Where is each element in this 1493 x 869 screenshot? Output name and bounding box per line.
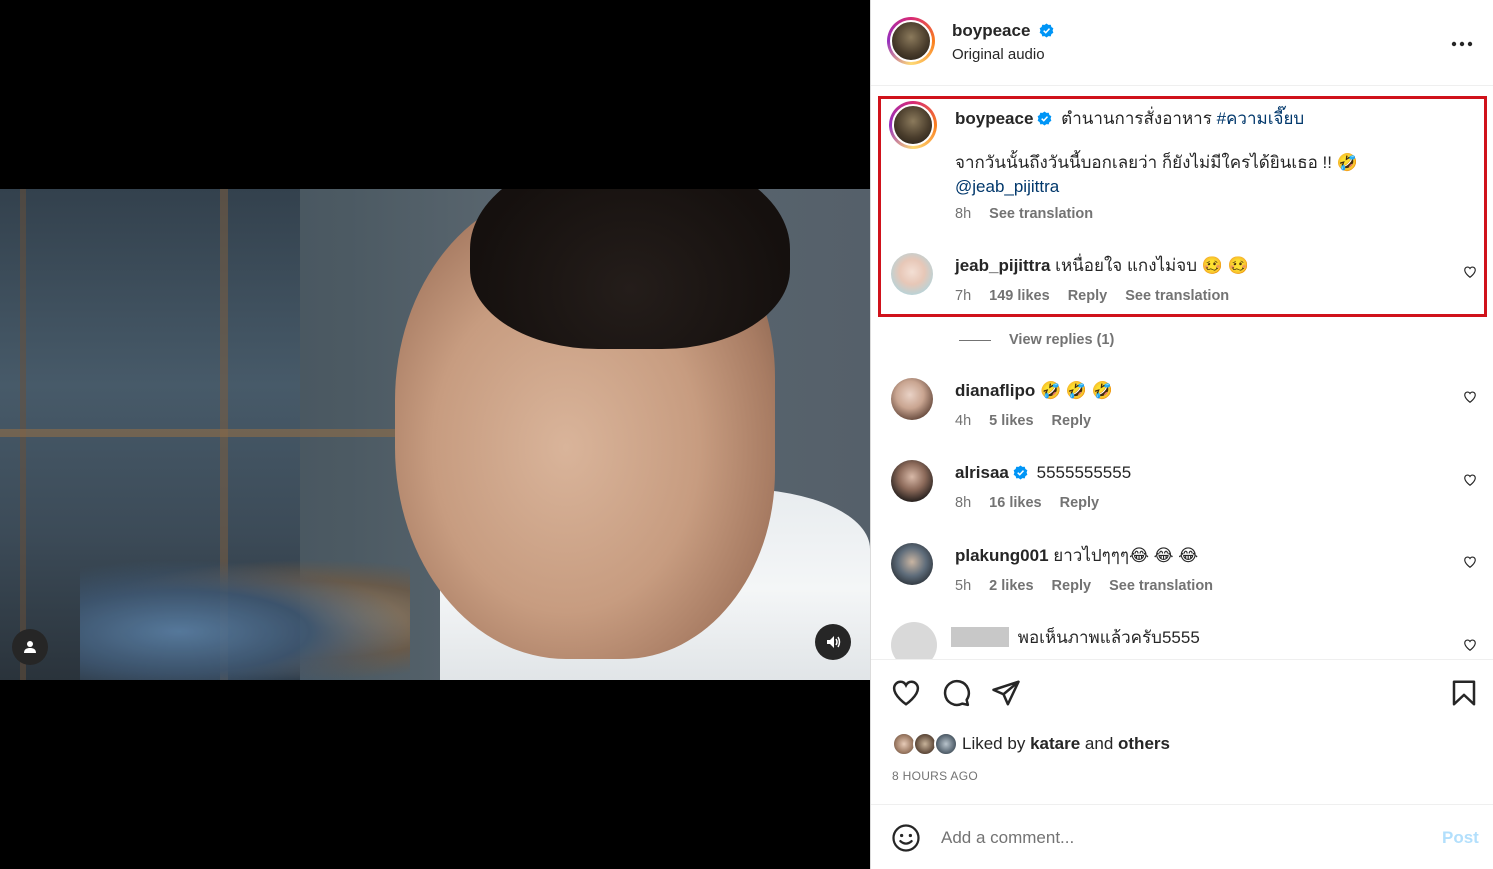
- caption-time[interactable]: 8h: [955, 206, 971, 222]
- caption-text: ตำนานการสั่งอาหาร: [1061, 109, 1212, 128]
- comment-composer: Post: [871, 806, 1493, 869]
- caption-author-username[interactable]: boypeace: [955, 109, 1033, 128]
- comment-like-heart-icon[interactable]: [1463, 638, 1477, 652]
- comment-like-heart-icon[interactable]: [1463, 265, 1477, 279]
- comment-text: ยาวไปๆๆๆ😂 😂 😂: [1053, 546, 1199, 565]
- comment-reply-button[interactable]: Reply: [1052, 578, 1092, 594]
- see-translation-link[interactable]: See translation: [989, 206, 1093, 222]
- caption-body: จากวันนั้นถึงวันนี้บอกเลยว่า ก็ยังไม่มีใ…: [955, 153, 1358, 172]
- liker-avatars[interactable]: [892, 732, 958, 756]
- view-replies-label: View replies (1): [1009, 332, 1115, 348]
- caption-mention-link[interactable]: @jeab_pijittra: [955, 175, 1059, 198]
- verified-badge-icon: [1013, 465, 1028, 480]
- comment-likes-count[interactable]: 2 likes: [989, 578, 1033, 594]
- comment-like-heart-icon[interactable]: [1463, 390, 1477, 404]
- comment-text: พอเห็นภาพแล้วครับ5555: [1017, 628, 1200, 647]
- comment-meta: 4h 5 likes Reply: [955, 413, 1105, 429]
- tagged-users-button[interactable]: [12, 629, 48, 665]
- comment-input[interactable]: [941, 824, 1391, 852]
- more-options-button[interactable]: [1449, 28, 1475, 54]
- view-replies-button[interactable]: View replies (1): [959, 332, 1114, 348]
- comment-meta: 5h 2 likes Reply See translation: [955, 578, 1227, 594]
- post-detail-panel: boypeace Original audio boypeace ตำนานกา…: [870, 0, 1493, 869]
- audio-toggle-button[interactable]: [815, 624, 851, 660]
- caption-author-avatar[interactable]: [889, 101, 937, 149]
- comment-avatar[interactable]: [891, 622, 937, 659]
- comment-username[interactable]: dianaflipo: [955, 381, 1035, 400]
- caption-first-line: boypeace ตำนานการสั่งอาหาร #ความเจี๊ยบ: [955, 107, 1304, 130]
- liked-by-and: and: [1084, 734, 1114, 753]
- comment-like-heart-icon[interactable]: [1463, 555, 1477, 569]
- post-comment-button[interactable]: Post: [1442, 828, 1479, 848]
- author-username[interactable]: boypeace: [952, 21, 1030, 40]
- video-player[interactable]: [0, 189, 870, 680]
- comment-time[interactable]: 5h: [955, 578, 971, 594]
- liked-by-username[interactable]: katare: [1030, 734, 1080, 754]
- comment-icon[interactable]: [941, 678, 971, 708]
- comment-see-translation[interactable]: See translation: [1109, 578, 1213, 594]
- comment-avatar[interactable]: [891, 253, 933, 295]
- emoji-icon[interactable]: [891, 823, 921, 853]
- comment-meta: 8h 16 likes Reply: [955, 495, 1113, 511]
- comment-reply-button[interactable]: Reply: [1052, 413, 1092, 429]
- comment-text: 🤣 🤣 🤣: [1040, 381, 1113, 400]
- post-timestamp[interactable]: 8 HOURS AGO: [892, 769, 978, 783]
- comment-item: jeab_pijittra เหนื่อยใจ แกงไม่จบ 🥴 🥴: [955, 254, 1249, 277]
- comment-time[interactable]: 7h: [955, 288, 971, 304]
- comment-username[interactable]: alrisaa: [955, 463, 1009, 482]
- caption-meta: 8h See translation: [955, 206, 1107, 222]
- comment-meta: 7h 149 likes Reply See translation: [955, 288, 1243, 304]
- post-header: boypeace Original audio: [871, 0, 1493, 86]
- heart-icon[interactable]: [891, 678, 921, 708]
- comment-text: เหนื่อยใจ แกงไม่จบ 🥴 🥴: [1055, 256, 1249, 275]
- comment-text: 5555555555: [1036, 463, 1132, 482]
- comment-time[interactable]: 4h: [955, 413, 971, 429]
- post-media: [0, 0, 870, 869]
- share-icon[interactable]: [991, 678, 1021, 708]
- liked-by-others-link[interactable]: others: [1118, 734, 1170, 754]
- comment-item: alrisaa 5555555555: [955, 461, 1131, 484]
- comment-likes-count[interactable]: 5 likes: [989, 413, 1033, 429]
- comment-item: plakung001 ยาวไปๆๆๆ😂 😂 😂: [955, 544, 1198, 567]
- liked-by-summary: Liked by katare and others: [892, 732, 1170, 756]
- liked-by-prefix: Liked by: [962, 734, 1026, 753]
- comment-likes-count[interactable]: 16 likes: [989, 495, 1041, 511]
- comment-reply-button[interactable]: Reply: [1060, 495, 1100, 511]
- comment-see-translation[interactable]: See translation: [1125, 288, 1229, 304]
- audio-label[interactable]: Original audio: [952, 46, 1045, 63]
- comment-username[interactable]: jeab_pijittra: [955, 256, 1050, 275]
- comment-username[interactable]: plakung001: [955, 546, 1049, 565]
- comment-avatar[interactable]: [891, 460, 933, 502]
- comment-like-heart-icon[interactable]: [1463, 473, 1477, 487]
- author-avatar[interactable]: [887, 17, 935, 65]
- post-actions: Liked by katare and others 8 HOURS AGO: [871, 659, 1493, 805]
- bookmark-icon[interactable]: [1449, 678, 1479, 708]
- comment-time[interactable]: 8h: [955, 495, 971, 511]
- comment-item: dianaflipo 🤣 🤣 🤣: [955, 379, 1113, 402]
- verified-badge-icon: [1038, 111, 1052, 126]
- comment-likes-count[interactable]: 149 likes: [989, 288, 1049, 304]
- user-icon: [24, 641, 36, 653]
- avatar: [934, 732, 958, 756]
- comment-avatar[interactable]: [891, 543, 933, 585]
- comment-item: พอเห็นภาพแล้วครับ5555: [951, 626, 1200, 649]
- more-horizontal-icon: [1451, 41, 1473, 47]
- verified-badge-icon: [1039, 23, 1054, 38]
- speaker-icon: [827, 636, 841, 648]
- comment-reply-button[interactable]: Reply: [1068, 288, 1108, 304]
- comment-avatar[interactable]: [891, 378, 933, 420]
- redacted-username: [951, 627, 1009, 647]
- comments-list[interactable]: boypeace ตำนานการสั่งอาหาร #ความเจี๊ยบ จ…: [871, 87, 1493, 659]
- caption-hashtag-link[interactable]: #ความเจี๊ยบ: [1217, 109, 1305, 128]
